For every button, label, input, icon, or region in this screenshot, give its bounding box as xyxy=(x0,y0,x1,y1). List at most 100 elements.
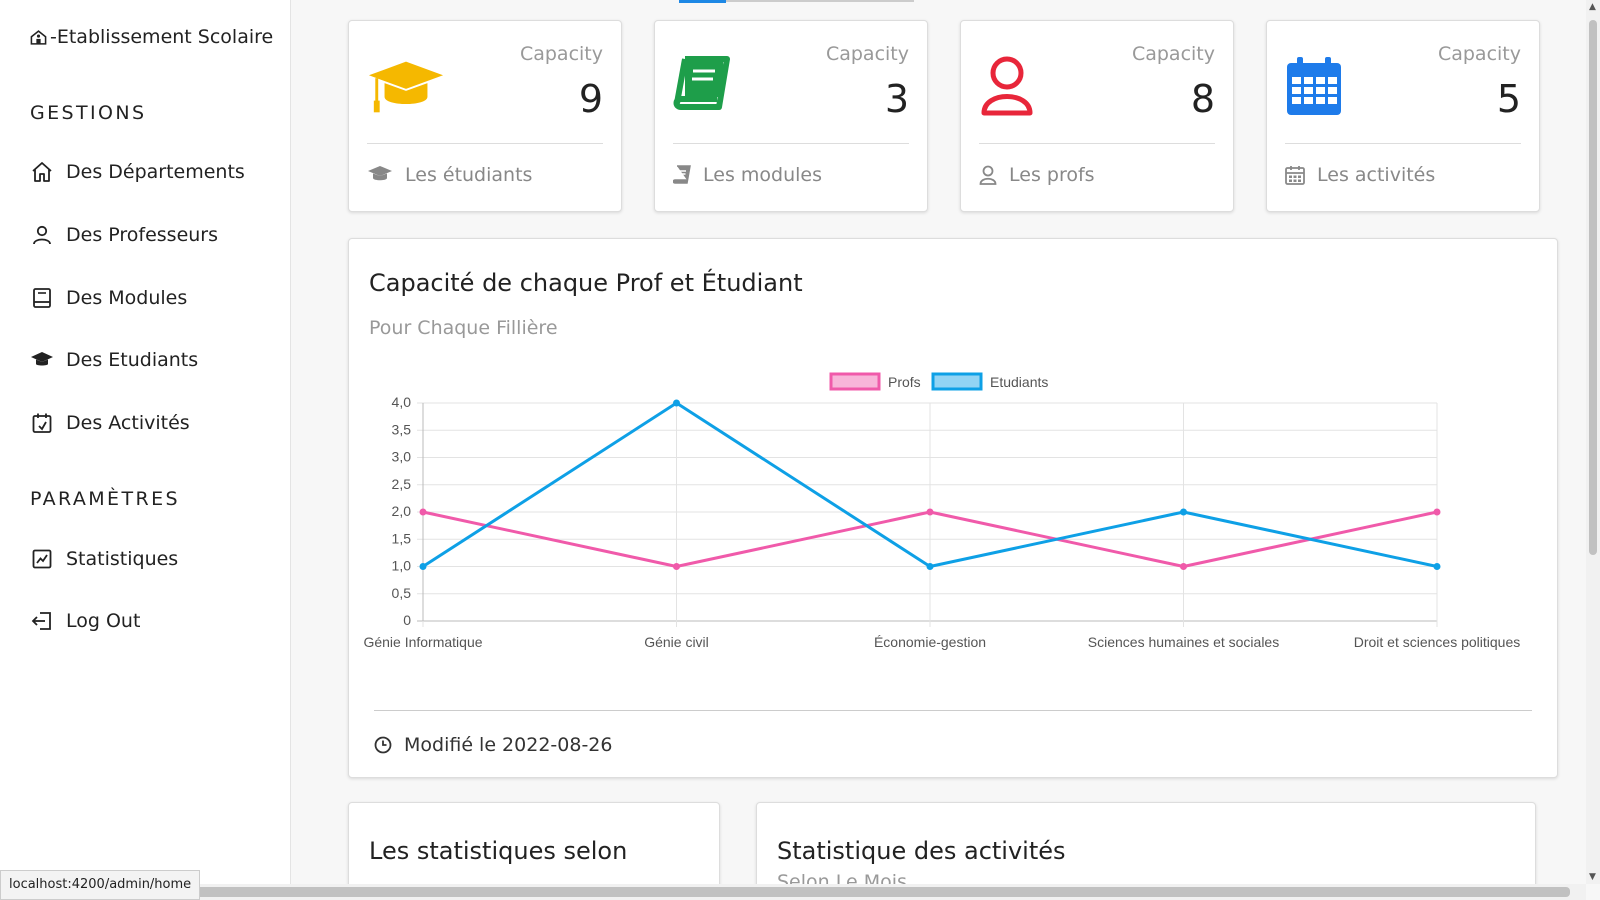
capacity-label: Capacity xyxy=(1437,43,1521,65)
data-point xyxy=(673,563,680,570)
stats-card-activities: Statistique des activités Selon Le Mois xyxy=(756,802,1536,884)
y-tick-label: 4,0 xyxy=(392,394,412,410)
user-icon xyxy=(33,225,51,245)
sidebar-item-professeurs[interactable]: Des Professeurs xyxy=(30,223,218,247)
card-divider xyxy=(979,143,1215,144)
home-icon xyxy=(32,162,52,182)
sidebar-item-label: Des Activités xyxy=(66,412,190,434)
section-title-parametres: PARAMÈTRES xyxy=(30,488,180,510)
capacity-value: 8 xyxy=(1190,77,1215,121)
sidebar-item-logout[interactable]: Log Out xyxy=(30,609,140,633)
chart-footer: Modifié le 2022-08-26 xyxy=(374,734,612,756)
sidebar: -Etablissement Scolaire GESTIONS Des Dép… xyxy=(0,0,291,900)
user-icon xyxy=(981,56,1033,116)
book-icon xyxy=(673,56,730,110)
legend-label: Profs xyxy=(888,374,921,390)
sidebar-item-departements[interactable]: Des Départements xyxy=(30,160,245,184)
graduation-cap-icon xyxy=(368,61,444,113)
capacity-label: Capacity xyxy=(519,43,603,65)
sidebar-item-modules[interactable]: Des Modules xyxy=(30,286,187,310)
card-divider xyxy=(1285,143,1521,144)
capacity-value: 9 xyxy=(578,77,603,121)
y-tick-label: 0 xyxy=(403,612,411,628)
graduation-cap-icon xyxy=(368,166,392,181)
card-footer: Les étudiants xyxy=(367,164,532,186)
calendar-icon xyxy=(1287,57,1341,115)
horizontal-scrollbar[interactable] xyxy=(0,884,1586,900)
data-point xyxy=(1433,508,1441,516)
chart-footer-label: Modifié le 2022-08-26 xyxy=(404,734,613,756)
chart-divider xyxy=(374,710,1532,711)
card-title: Statistique des activités xyxy=(777,837,1066,865)
line-chart[interactable]: 0 0,5 1,0 1,5 2,0 2,5 3,0 3,5 4,0 Génie Informati… xyxy=(349,359,1557,699)
y-tick-label: 3,0 xyxy=(392,449,412,465)
book-icon xyxy=(33,288,51,308)
y-tick-label: 1,0 xyxy=(392,558,412,574)
sidebar-item-label: Des Etudiants xyxy=(66,349,199,371)
data-point xyxy=(926,508,934,516)
x-tick-label: Génie Informatique xyxy=(363,634,482,650)
card-subtitle: Selon Le Mois xyxy=(777,871,907,884)
calendar-check-icon xyxy=(32,413,52,433)
x-tick-label: Droit et sciences politiques xyxy=(1354,634,1521,650)
y-tick-label: 2,0 xyxy=(392,503,412,519)
y-tick-label: 0,5 xyxy=(392,585,412,601)
sidebar-item-activites[interactable]: Des Activités xyxy=(30,411,190,435)
card-footer-label: Les activités xyxy=(1317,164,1436,186)
card-title: Les statistiques selon xyxy=(369,837,628,865)
stat-card-etudiants: Capacity 9 Les étudiants xyxy=(348,20,622,212)
data-point xyxy=(1180,563,1187,570)
sidebar-item-label: Des Départements xyxy=(66,161,245,183)
capacity-label: Capacity xyxy=(1131,43,1215,65)
school-icon xyxy=(30,29,47,45)
data-point xyxy=(673,399,680,407)
x-tick-label: Génie civil xyxy=(644,634,709,650)
sidebar-item-label: Des Professeurs xyxy=(66,224,219,246)
legend-swatch xyxy=(931,372,983,391)
stat-card-profs: Capacity 8 Les profs xyxy=(960,20,1234,212)
stat-card-activites: Capacity 5 Les activités xyxy=(1266,20,1540,212)
data-point xyxy=(926,563,934,570)
card-footer-label: Les étudiants xyxy=(405,164,533,186)
x-tick-label: Économie-gestion xyxy=(874,634,986,650)
brand-label: -Etablissement Scolaire xyxy=(50,26,274,48)
main-content: Capacity 9 Les étudiants Capacity 3 Les … xyxy=(290,0,1586,884)
stats-card-left: Les statistiques selon xyxy=(348,802,720,884)
y-tick-label: 1,5 xyxy=(392,530,412,546)
sidebar-item-etudiants[interactable]: Des Etudiants xyxy=(30,348,198,372)
chart-title: Capacité de chaque Prof et Étudiant xyxy=(369,269,803,297)
book-icon xyxy=(673,165,691,184)
legend-label: Etudiants xyxy=(990,374,1048,390)
card-divider xyxy=(673,143,909,144)
capacity-value: 5 xyxy=(1496,77,1521,121)
sidebar-item-label: Statistiques xyxy=(66,548,179,570)
graduation-cap-icon xyxy=(31,352,53,366)
capacity-value: 3 xyxy=(884,77,909,121)
scroll-up-icon[interactable]: ▲ xyxy=(1589,2,1596,12)
brand[interactable]: -Etablissement Scolaire xyxy=(30,26,273,48)
top-tab-indicator xyxy=(679,0,726,3)
logout-icon xyxy=(31,612,51,630)
vertical-scroll-thumb[interactable] xyxy=(1589,20,1597,555)
section-title-gestions: GESTIONS xyxy=(30,102,147,124)
legend-swatch xyxy=(829,372,881,391)
calendar-icon xyxy=(1285,166,1305,185)
vertical-scrollbar[interactable]: ▲ ▼ xyxy=(1586,0,1600,884)
card-footer-label: Les modules xyxy=(703,164,822,186)
capacity-label: Capacity xyxy=(825,43,909,65)
data-point xyxy=(1180,508,1187,516)
stat-card-modules: Capacity 3 Les modules xyxy=(654,20,928,212)
chart-line-icon xyxy=(32,549,52,569)
card-footer: Les activités xyxy=(1285,164,1435,186)
data-point xyxy=(419,563,427,570)
scroll-down-icon[interactable]: ▼ xyxy=(1589,872,1596,882)
sidebar-item-label: Log Out xyxy=(66,610,141,632)
clock-icon xyxy=(374,736,392,754)
sidebar-item-statistiques[interactable]: Statistiques xyxy=(30,547,178,571)
user-icon xyxy=(979,165,997,185)
card-footer: Les modules xyxy=(673,164,822,186)
horizontal-scroll-thumb[interactable] xyxy=(170,887,1570,897)
data-point xyxy=(1433,563,1441,570)
card-divider xyxy=(367,143,603,144)
chart-panel: Capacité de chaque Prof et Étudiant Pour… xyxy=(348,238,1558,778)
